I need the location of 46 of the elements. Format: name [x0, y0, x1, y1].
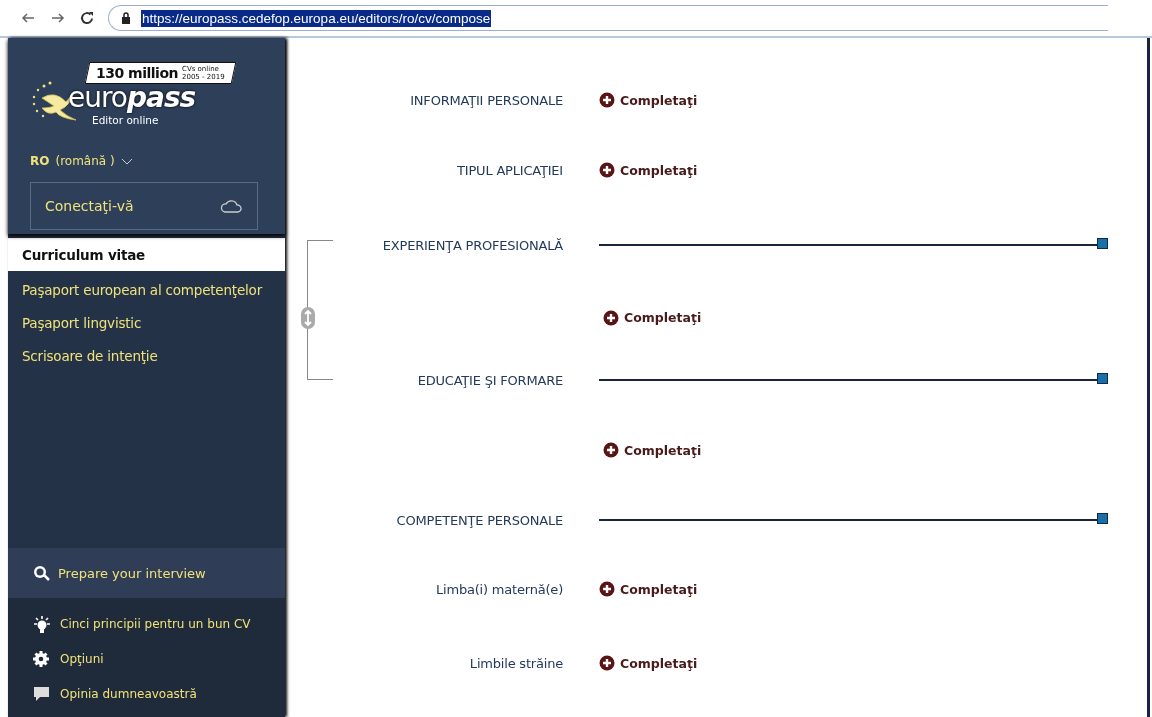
reorder-handle-icon[interactable]	[300, 305, 316, 330]
back-icon[interactable]	[20, 11, 36, 25]
nav-item[interactable]: Scrisoare de intenţie	[8, 339, 285, 372]
nav-item[interactable]: Paşaport lingvistic	[8, 306, 285, 339]
plus-icon	[599, 162, 615, 178]
footer-link[interactable]: Opţiuni	[32, 641, 285, 676]
section-heading: EDUCAŢIE ŞI FORMARE	[417, 372, 563, 388]
plus-icon	[603, 442, 619, 458]
section-heading: COMPETENŢE PERSONALE	[396, 512, 563, 528]
section-label: INFORMAŢII PERSONALE	[410, 92, 563, 108]
section-label: Limbile străine	[469, 655, 563, 671]
add-button[interactable]: Completaţi	[603, 442, 702, 458]
add-button[interactable]: Completaţi	[599, 92, 698, 108]
add-button[interactable]: Completaţi	[599, 162, 698, 178]
plus-icon	[599, 581, 615, 597]
footer-link[interactable]: Cinci principii pentru un bun CV	[32, 606, 285, 641]
section-label: Limba(i) maternă(e)	[436, 581, 563, 597]
badge-text: 130 million	[96, 65, 178, 81]
resize-handle[interactable]	[1097, 373, 1108, 384]
plus-icon	[599, 92, 615, 108]
settings-icon	[32, 649, 52, 668]
nav-item[interactable]: Paşaport european al competenţelor	[8, 273, 285, 306]
add-button[interactable]: Completaţi	[603, 309, 702, 326]
section-label: TIPUL APLICAŢIEI	[457, 162, 563, 178]
section-heading: EXPERIENŢA PROFESIONALĂ	[382, 237, 563, 253]
cloud-icon	[219, 198, 243, 214]
logo-subtitle: Editor online	[92, 114, 159, 126]
login-button[interactable]: Conectaţi-vă	[30, 182, 258, 230]
logo-wordmark: europass	[68, 83, 196, 113]
interview-link[interactable]: Prepare your interview	[8, 548, 285, 598]
lightbulb-icon	[32, 614, 52, 633]
resize-handle[interactable]	[1097, 513, 1108, 524]
nav-item[interactable]: Curriculum vitae	[8, 238, 285, 271]
add-button[interactable]: Completaţi	[599, 655, 698, 671]
resize-handle[interactable]	[1097, 238, 1108, 249]
add-button[interactable]: Completaţi	[599, 581, 698, 597]
plus-icon	[599, 655, 615, 671]
plus-icon	[603, 309, 619, 326]
forward-icon[interactable]	[50, 11, 66, 25]
speech-bubble-icon	[32, 684, 52, 703]
chevron-down-icon	[120, 157, 133, 165]
language-selector[interactable]: RO (română )	[30, 154, 285, 168]
lock-icon	[121, 12, 131, 24]
url-text: https://europass.cedefop.europa.eu/editors/ro/cv/compose	[141, 9, 492, 27]
footer-link[interactable]: Opinia dumneavoastră	[32, 676, 285, 711]
reload-icon[interactable]	[80, 11, 94, 25]
